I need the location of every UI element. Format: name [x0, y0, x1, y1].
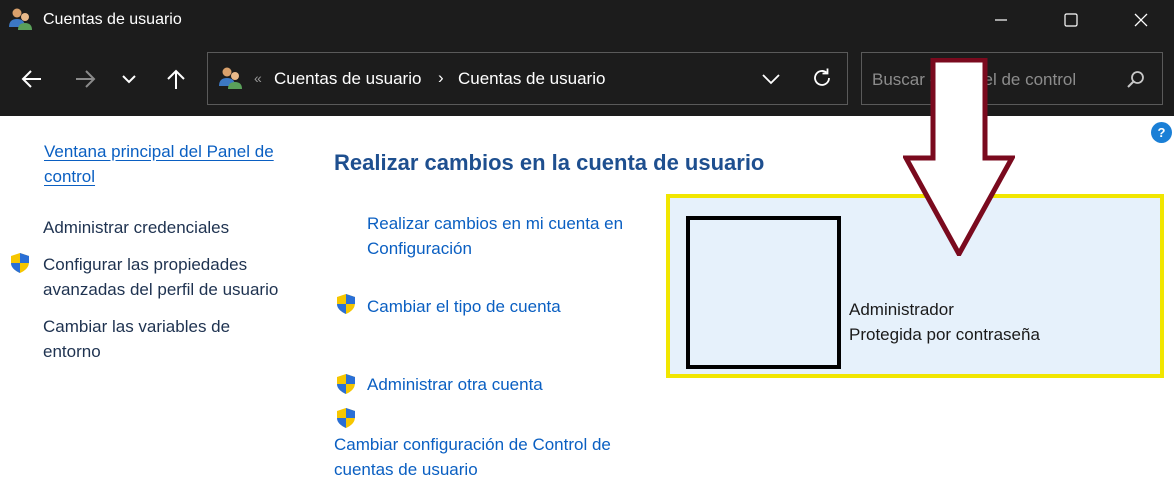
breadcrumb-separator[interactable]: › — [438, 68, 444, 88]
back-button[interactable] — [17, 64, 47, 94]
close-icon — [1134, 13, 1148, 27]
forward-button[interactable] — [70, 64, 100, 94]
page-title: Realizar cambios en la cuenta de usuario — [334, 150, 765, 175]
uac-shield-icon — [337, 408, 355, 428]
forward-icon — [76, 70, 96, 88]
minimize-icon — [995, 19, 1007, 21]
search-icon[interactable] — [1126, 69, 1146, 89]
recent-locations-button[interactable] — [114, 64, 144, 94]
uac-shield-icon — [337, 374, 355, 394]
sidebar-item-advanced-profile[interactable]: Configurar las propiedades avanzadas del… — [43, 252, 303, 302]
task-change-in-settings[interactable]: Realizar cambios en mi cuenta en Configu… — [367, 211, 647, 261]
maximize-button[interactable] — [1042, 0, 1100, 40]
maximize-icon — [1064, 13, 1078, 27]
back-icon — [21, 70, 41, 88]
chevron-down-icon — [122, 75, 136, 84]
breadcrumb-item[interactable]: Cuentas de usuario — [458, 69, 605, 89]
task-manage-other-account[interactable]: Administrar otra cuenta — [367, 372, 543, 397]
task-change-account-type[interactable]: Cambiar el tipo de cuenta — [367, 294, 561, 319]
uac-shield-icon — [11, 253, 29, 273]
account-name: Administrador — [849, 300, 954, 319]
account-status: Protegida por contraseña — [849, 325, 1040, 344]
up-button[interactable] — [161, 64, 191, 94]
users-icon — [9, 8, 32, 30]
help-icon[interactable]: ? — [1151, 122, 1172, 143]
breadcrumb-overflow[interactable]: « — [254, 70, 262, 86]
annotation-arrow-icon — [903, 58, 1015, 256]
chevron-down-icon[interactable] — [760, 68, 782, 90]
users-icon — [219, 67, 242, 89]
control-panel-home-link[interactable]: Ventana principal del Panel de control — [44, 139, 294, 189]
up-icon — [167, 69, 185, 89]
uac-shield-icon — [337, 294, 355, 314]
window-title: Cuentas de usuario — [43, 11, 182, 28]
sidebar-item-manage-credentials[interactable]: Administrar credenciales — [43, 215, 303, 240]
address-bar[interactable]: « Cuentas de usuario › Cuentas de usuari… — [207, 52, 848, 105]
title-bar: Cuentas de usuario — [0, 0, 1174, 40]
minimize-button[interactable] — [972, 0, 1030, 40]
account-picture — [686, 216, 841, 369]
sidebar-item-environment-variables[interactable]: Cambiar las variables de entorno — [43, 314, 283, 364]
refresh-icon[interactable] — [810, 66, 834, 90]
breadcrumb-item[interactable]: Cuentas de usuario — [274, 69, 421, 89]
task-uac-settings[interactable]: Cambiar configuración de Control de cuen… — [334, 432, 644, 482]
close-button[interactable] — [1112, 0, 1170, 40]
